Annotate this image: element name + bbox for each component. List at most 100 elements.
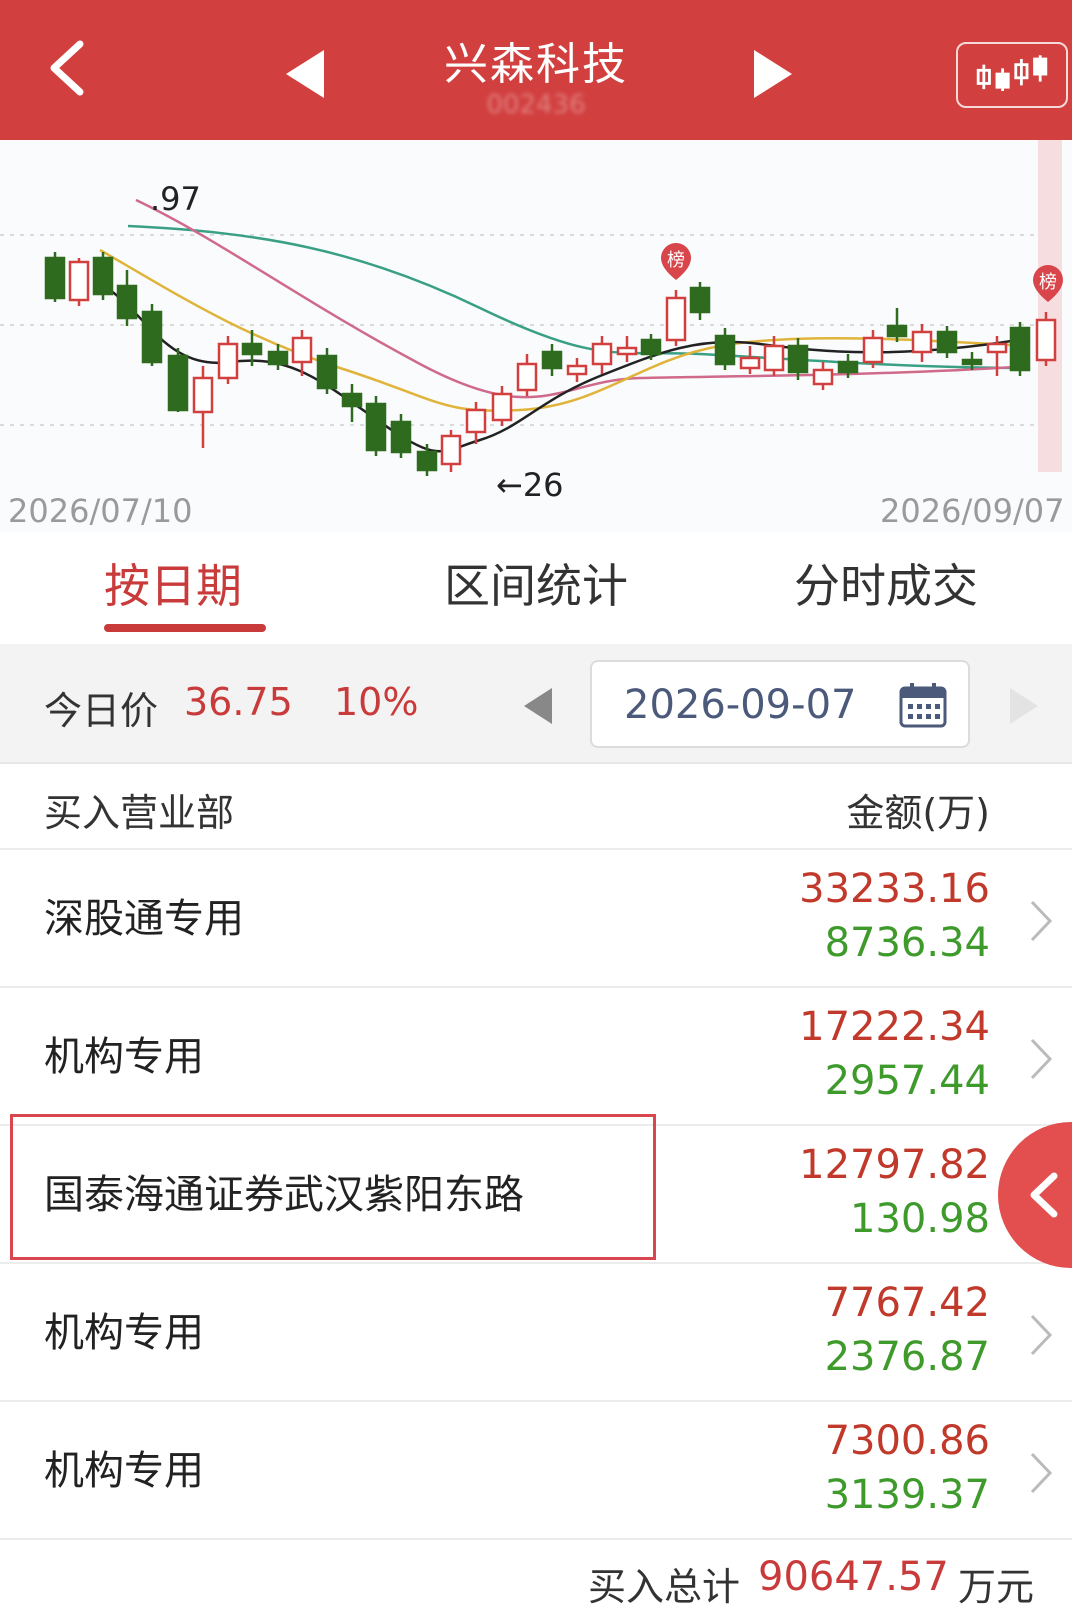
buy-amount: 33233.16: [799, 866, 990, 912]
candle-body: [44, 256, 66, 300]
candle-body: [911, 330, 933, 354]
candle-body: [491, 392, 513, 422]
selected-date: 2026-09-07: [624, 682, 857, 728]
candle-body: [316, 354, 338, 390]
tab-intraday-trades[interactable]: 分时成交: [794, 550, 978, 616]
stock-name: 兴森科技: [444, 39, 628, 90]
back-arrow-icon[interactable]: [40, 38, 100, 98]
candle-body: [640, 338, 662, 356]
buy-amount: 7300.86: [824, 1418, 990, 1464]
sell-amount: 2376.87: [824, 1334, 990, 1380]
candle-body: [862, 336, 884, 364]
today-price-value: 36.75: [184, 680, 293, 724]
candle-body: [390, 420, 412, 454]
chevron-left-icon: [1030, 1172, 1058, 1218]
candle-body: [341, 392, 363, 408]
candle-body: [714, 334, 736, 366]
candle-body: [416, 450, 438, 472]
tab-by-date[interactable]: 按日期: [104, 550, 242, 616]
col-header-broker: 买入营业部: [44, 791, 235, 835]
stock-code: 002436: [486, 90, 586, 120]
period-low-label: ←26: [496, 466, 564, 504]
prev-date-icon[interactable]: [520, 684, 556, 728]
candle-body: [566, 364, 588, 376]
today-price-label: 今日价: [44, 689, 159, 733]
candle-body: [241, 342, 263, 356]
top-nav-bar: 兴森科技 002436: [0, 0, 1072, 140]
tab-bar: 按日期 区间统计 分时成交: [0, 532, 1072, 644]
sell-amount: 8736.34: [824, 920, 990, 966]
candle-body: [886, 324, 908, 338]
candle-body: [1035, 318, 1057, 362]
list-item[interactable]: 机构专用 7767.42 2376.87: [0, 1264, 1072, 1402]
date-picker[interactable]: 2026-09-07: [590, 660, 970, 748]
candle-body: [591, 342, 613, 366]
tab-range-stats[interactable]: 区间统计: [444, 550, 628, 616]
next-date-icon[interactable]: [1006, 684, 1042, 728]
broker-name: 机构专用: [44, 1448, 204, 1494]
candle-body: [192, 376, 214, 414]
candle-body: [141, 310, 163, 364]
candle-body: [68, 260, 90, 302]
candle-body: [665, 296, 687, 342]
chevron-right-icon: [1030, 1314, 1053, 1356]
candle-body: [936, 330, 958, 354]
broker-name: 机构专用: [44, 1034, 204, 1080]
chevron-right-icon: [1030, 900, 1053, 942]
chevron-right-icon: [1030, 1038, 1053, 1080]
next-stock-icon[interactable]: [748, 46, 798, 102]
candle-body: [739, 356, 761, 370]
buy-total-bar: 买入总计 90647.57 万元: [0, 1540, 1072, 1616]
list-badge-icon[interactable]: 榜: [661, 243, 691, 280]
candle-body: [541, 350, 563, 370]
buy-total-value: 90647.57: [758, 1554, 949, 1600]
list-badge-label: 榜: [1039, 272, 1057, 293]
candle-body: [291, 336, 313, 364]
candle-body: [986, 342, 1008, 354]
broker-name: 深股通专用: [44, 896, 244, 942]
prev-stock-icon[interactable]: [280, 46, 330, 102]
candle-body: [167, 354, 189, 412]
candle-body: [116, 284, 138, 320]
candle-body: [92, 256, 114, 296]
buy-total-label: 买入总计: [588, 1565, 741, 1609]
candle-body: [787, 344, 809, 374]
candle-body: [217, 342, 239, 380]
candlestick-chart-icon[interactable]: [956, 42, 1068, 108]
moving-average-line: [127, 224, 1031, 370]
chart-start-date: 2026/07/10: [8, 492, 193, 530]
list-item[interactable]: 深股通专用 33233.16 8736.34: [0, 850, 1072, 988]
col-header-amount: 金额(万): [846, 791, 990, 835]
buy-amount: 12797.82: [799, 1142, 990, 1188]
price-date-bar: 今日价 36.75 10% 2026-09-07: [0, 644, 1072, 764]
buy-total-unit: 万元: [958, 1565, 1035, 1609]
candle-body: [616, 346, 638, 356]
calendar-icon: [899, 683, 947, 728]
candle-body: [812, 368, 834, 386]
candle-body: [516, 362, 538, 392]
candle-body: [267, 350, 289, 366]
kline-chart[interactable]: 榜榜 .97 ←26 2026/07/10 2026/09/07: [0, 140, 1072, 532]
candle-body: [365, 402, 387, 452]
list-badge-label: 榜: [667, 250, 685, 271]
candle-body: [837, 360, 859, 374]
sell-amount: 130.98: [850, 1196, 990, 1242]
candle-body: [961, 358, 983, 366]
buy-amount: 7767.42: [824, 1280, 990, 1326]
period-high-label: .97: [150, 180, 201, 218]
candle-body: [440, 434, 462, 466]
chart-end-date: 2026/09/07: [880, 492, 1065, 530]
candle-body: [689, 286, 711, 314]
active-tab-indicator: [104, 624, 266, 632]
sell-amount: 3139.37: [824, 1472, 990, 1518]
list-item[interactable]: 机构专用 7300.86 3139.37: [0, 1402, 1072, 1540]
buy-amount: 17222.34: [799, 1004, 990, 1050]
candle-body: [465, 408, 487, 434]
highlight-annotation-box: [10, 1114, 656, 1260]
candle-body: [1009, 326, 1031, 372]
price-change-percent: 10%: [334, 680, 419, 724]
candle-body: [763, 344, 785, 372]
broker-name: 机构专用: [44, 1310, 204, 1356]
list-item[interactable]: 机构专用 17222.34 2957.44: [0, 988, 1072, 1126]
chevron-right-icon: [1030, 1452, 1053, 1494]
